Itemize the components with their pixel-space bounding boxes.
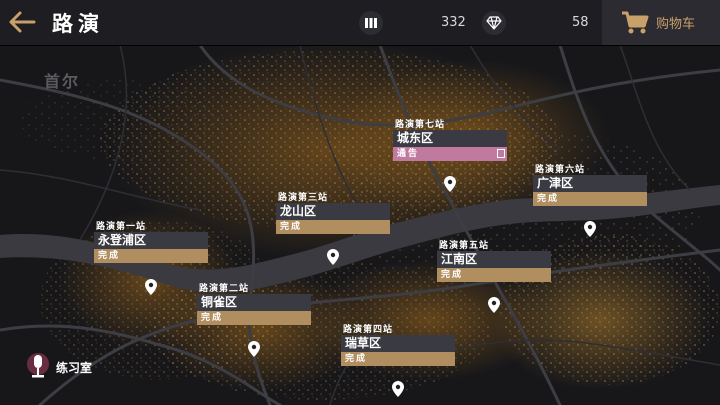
roadshow-stop-3[interactable]: 路演第三站 龙山区 完成: [276, 190, 390, 234]
stop-status: 通告: [393, 147, 507, 161]
roadshow-stop-4[interactable]: 路演第四站 瑞草区 完成: [341, 322, 455, 366]
back-arrow-icon: [9, 11, 36, 33]
roadshow-stop-6[interactable]: 路演第六站 广津区 完成: [533, 162, 647, 206]
stop-card[interactable]: 广津区 完成: [533, 175, 647, 206]
stop-card[interactable]: 瑞草区 完成: [341, 335, 455, 366]
stop-card[interactable]: 江南区 完成: [437, 251, 551, 282]
practice-room-button[interactable]: 练习室: [26, 352, 92, 382]
stop-card[interactable]: 铜雀区 完成: [197, 294, 311, 325]
stop-name: 龙山区: [276, 203, 390, 220]
stop-name: 江南区: [437, 251, 551, 268]
cards-currency-icon[interactable]: [359, 11, 383, 35]
page-title: 路演: [52, 12, 104, 36]
stop-card[interactable]: 永登浦区 完成: [94, 232, 208, 263]
stop-status: 完成: [94, 249, 208, 263]
stop-card[interactable]: 龙山区 完成: [276, 203, 390, 234]
location-pin-icon[interactable]: [145, 279, 157, 295]
stop-header: 路演第一站: [96, 222, 147, 232]
diamond-currency-icon[interactable]: [482, 11, 506, 35]
back-button[interactable]: [8, 9, 36, 35]
location-pin-icon[interactable]: [248, 341, 260, 357]
location-pin-icon[interactable]: [584, 221, 596, 237]
stop-name: 永登浦区: [94, 232, 208, 249]
stop-status-text: 通告: [397, 149, 420, 159]
cart-label: 购物车: [656, 17, 696, 32]
stop-status: 完成: [276, 220, 390, 234]
cards-count: 332: [441, 15, 466, 30]
diamond-icon: [486, 16, 502, 30]
roadshow-stop-5[interactable]: 路演第五站 江南区 完成: [437, 238, 551, 282]
roadshow-stop-7[interactable]: 路演第七站 城东区 通告: [393, 117, 507, 161]
stop-header: 路演第七站: [395, 120, 446, 130]
stop-name: 广津区: [533, 175, 647, 192]
stop-status: 完成: [437, 268, 551, 282]
stop-header: 路演第二站: [199, 284, 250, 294]
stop-name: 城东区: [393, 130, 507, 147]
cards-icon: [365, 18, 377, 28]
diamond-count: 58: [572, 15, 589, 30]
shopping-cart-button[interactable]: 购物车: [602, 0, 720, 45]
stop-header: 路演第四站: [343, 325, 394, 335]
roadshow-stop-1[interactable]: 路演第一站 永登浦区 完成: [94, 219, 208, 263]
stop-header: 路演第六站: [535, 165, 586, 175]
stop-name: 铜雀区: [197, 294, 311, 311]
roadshow-stop-2[interactable]: 路演第二站 铜雀区 完成: [197, 281, 311, 325]
stop-status: 完成: [533, 192, 647, 206]
notice-document-icon: [497, 149, 505, 158]
stop-header: 路演第五站: [439, 241, 490, 251]
stop-name: 瑞草区: [341, 335, 455, 352]
location-pin-icon[interactable]: [392, 381, 404, 397]
city-label: 首尔: [44, 72, 81, 91]
stop-card[interactable]: 城东区 通告: [393, 130, 507, 161]
location-pin-icon[interactable]: [327, 249, 339, 265]
top-bar: 路演 332 58 购物车: [0, 0, 720, 45]
cart-icon: [622, 11, 649, 33]
location-pin-icon[interactable]: [488, 297, 500, 313]
microphone-icon: [27, 353, 49, 378]
stop-status: 完成: [341, 352, 455, 366]
location-pin-icon[interactable]: [444, 176, 456, 192]
stop-status: 完成: [197, 311, 311, 325]
practice-room-label: 练习室: [56, 360, 93, 375]
stop-header: 路演第三站: [278, 193, 329, 203]
